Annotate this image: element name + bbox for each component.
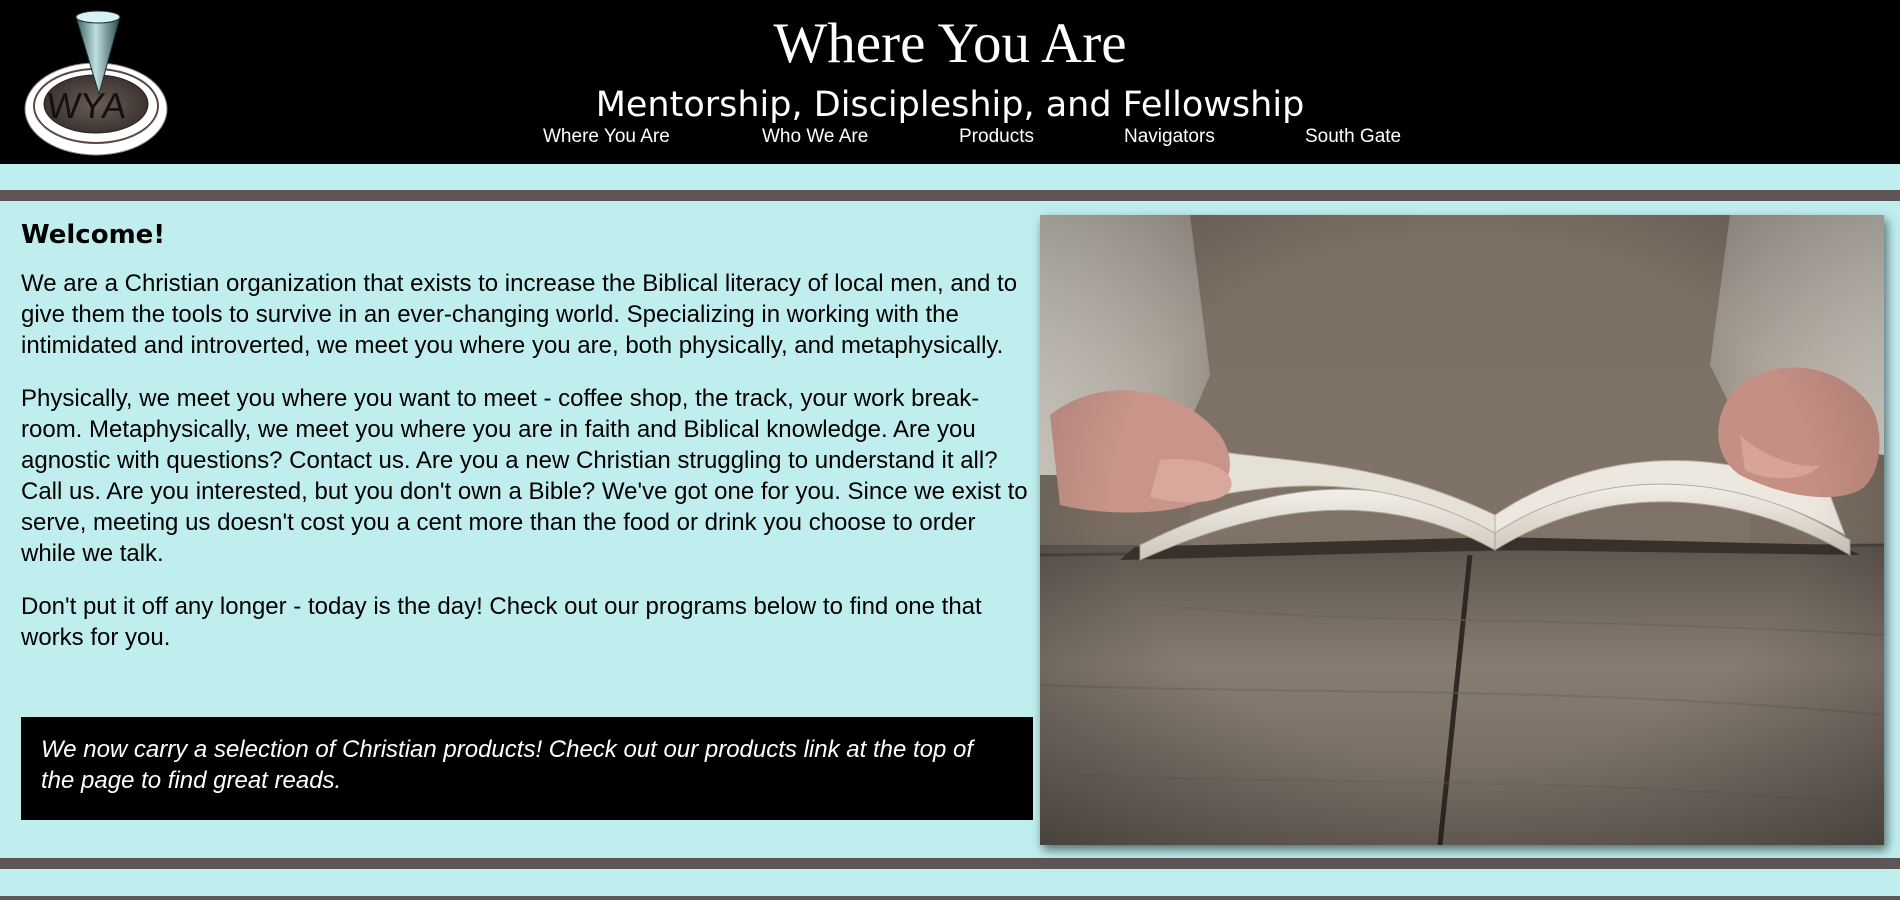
site-subtitle: Mentorship, Discipleship, and Fellowship <box>595 85 1305 125</box>
site-title: Where You Are <box>773 12 1127 75</box>
products-callout: We now carry a selection of Christian pr… <box>21 717 1033 820</box>
nav-navigators[interactable]: Navigators <box>1124 126 1215 148</box>
divider-bottom <box>0 858 1900 869</box>
call-to-action-paragraph: Don't put it off any longer - today is t… <box>21 593 982 651</box>
nav-who-we-are[interactable]: Who We Are <box>762 126 868 148</box>
divider-top <box>0 190 1900 201</box>
welcome-heading: Welcome! <box>21 220 166 250</box>
site-header: WYA Where You Are Mentorship, Disciplesh… <box>0 0 1900 164</box>
meeting-paragraph: Physically, we meet you where you want t… <box>21 385 1028 567</box>
nav-products[interactable]: Products <box>959 126 1034 148</box>
intro-paragraph: We are a Christian organization that exi… <box>21 270 1018 359</box>
nav-where-you-are[interactable]: Where You Are <box>543 126 670 148</box>
nav-south-gate[interactable]: South Gate <box>1305 126 1401 148</box>
main-nav: Where You Are Who We Are Products Naviga… <box>0 126 1900 154</box>
open-bible-photo <box>1040 215 1884 845</box>
welcome-section: Welcome! We are a Christian organization… <box>21 212 1036 675</box>
divider-footer <box>0 896 1900 900</box>
